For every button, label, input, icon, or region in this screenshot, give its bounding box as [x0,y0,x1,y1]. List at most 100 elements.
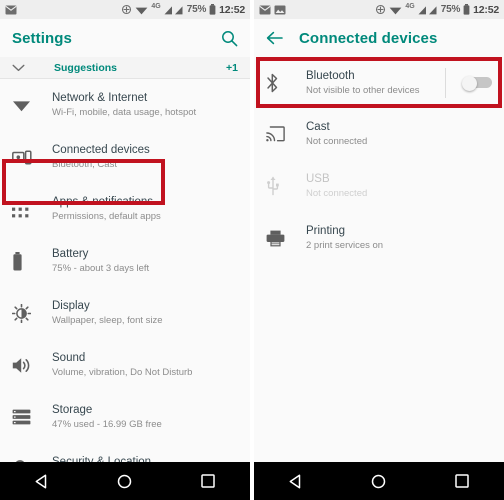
vertical-divider [445,67,446,98]
settings-item-title: Sound [52,352,86,364]
settings-item-subtitle: Bluetooth, Cast [52,159,117,170]
connected-devices-icon [12,149,42,165]
bluetooth-toggle-switch[interactable] [462,76,492,91]
device-item-subtitle: Not connected [306,188,368,199]
device-item-text: Bluetooth Not visible to other devices [306,69,420,97]
settings-item-storage[interactable]: Storage 47% used - 16.99 GB free [0,391,250,443]
settings-item-connected-devices[interactable]: Connected devices Bluetooth, Cast [0,131,250,183]
page-title: Connected devices [299,29,438,47]
arrow-back-icon[interactable] [266,31,283,45]
cast-icon [266,126,296,142]
device-item-text: USB Not connected [306,172,367,200]
storage-icon [12,409,42,425]
suggestions-count: +1 [226,61,238,74]
speaker-icon [12,357,42,374]
signal-bars-icon [164,5,184,15]
settings-item-text: Network & Internet Wi-Fi, mobile, data u… [52,91,196,119]
network-type-label: 4G [405,3,415,10]
search-icon[interactable] [221,30,238,47]
nav-home-button[interactable] [355,462,403,500]
nav-recents-button[interactable] [184,462,232,500]
battery-percent-label: 75% [440,4,461,15]
signal-bars-icon [418,5,438,15]
settings-item-title: Battery [52,248,89,260]
settings-item-subtitle: 75% - about 3 days left [52,263,150,274]
settings-item-apps-notifications[interactable]: Apps & notifications Permissions, defaul… [0,183,250,235]
battery-icon [12,251,42,271]
settings-item-subtitle: 47% used - 16.99 GB free [52,419,162,430]
printer-icon [266,230,296,247]
device-item-cast[interactable]: Cast Not connected [254,108,504,160]
settings-item-text: Security & Location Screen lock, fingerp… [52,455,151,462]
phone-screen-connected-devices: 4G 75% 12:52 Connected devices Bluetooth… [254,0,504,500]
settings-item-text: Apps & notifications Permissions, defaul… [52,195,161,223]
status-bar-system-icons: 4G 75% 12:52 [375,3,499,16]
settings-item-display[interactable]: Display Wallpaper, sleep, font size [0,287,250,339]
nav-home-button[interactable] [101,462,149,500]
device-item-title: Cast [306,121,330,133]
location-crosshair-icon [375,4,386,15]
settings-item-text: Connected devices Bluetooth, Cast [52,143,150,171]
settings-item-text: Battery 75% - about 3 days left [52,247,149,275]
chevron-down-icon[interactable] [12,64,34,72]
status-bar-system-icons: 4G 75% 12:52 [121,3,245,16]
dual-screenshot-container: 4G 75% 12:52 Settings Suggestions +1 Net… [0,0,504,500]
envelope-icon [259,5,271,15]
battery-percent-label: 75% [186,4,207,15]
device-item-text: Cast Not connected [306,120,367,148]
nav-back-button[interactable] [18,462,66,500]
phone-screen-settings: 4G 75% 12:52 Settings Suggestions +1 Net… [0,0,250,500]
device-item-subtitle: Not connected [306,136,368,147]
settings-item-title: Connected devices [52,144,150,156]
settings-item-title: Display [52,300,90,312]
bluetooth-toggle-container [445,57,492,108]
settings-item-battery[interactable]: Battery 75% - about 3 days left [0,235,250,287]
connected-devices-list: Bluetooth Not visible to other devices C… [254,57,504,462]
device-item-subtitle: Not visible to other devices [306,84,420,96]
device-item-title: Bluetooth [306,69,355,82]
android-navigation-bar [254,462,504,500]
envelope-icon [5,5,17,15]
toggle-knob [462,76,477,91]
device-item-printing[interactable]: Printing 2 print services on [254,212,504,264]
settings-item-subtitle: Wi-Fi, mobile, data usage, hotspot [52,107,197,118]
bluetooth-icon [266,73,296,93]
nav-back-button[interactable] [272,462,320,500]
brightness-icon [12,303,42,323]
nav-recents-button[interactable] [438,462,486,500]
screenshot-icon [274,5,286,15]
wifi-icon [135,5,148,15]
clock-label: 12:52 [473,3,499,16]
network-type-label: 4G [151,3,161,10]
wifi-icon [12,98,42,112]
settings-item-title: Network & Internet [52,92,148,104]
apps-grid-icon [12,200,42,218]
wifi-icon [389,5,402,15]
device-item-title: USB [306,173,330,185]
settings-list: Network & Internet Wi-Fi, mobile, data u… [0,79,250,462]
settings-item-text: Storage 47% used - 16.99 GB free [52,403,162,431]
device-item-bluetooth[interactable]: Bluetooth Not visible to other devices [254,57,504,108]
android-navigation-bar [0,462,250,500]
clock-label: 12:52 [219,3,245,16]
battery-icon [209,4,216,15]
battery-icon [463,4,470,15]
app-bar-settings: Settings [0,19,250,57]
suggestions-row[interactable]: Suggestions +1 [0,57,250,79]
settings-item-title: Apps & notifications [52,196,154,208]
device-item-title: Printing [306,225,345,237]
device-item-subtitle: 2 print services on [306,240,384,251]
status-bar: 4G 75% 12:52 [254,0,504,19]
settings-item-network-internet[interactable]: Network & Internet Wi-Fi, mobile, data u… [0,79,250,131]
app-bar-connected-devices: Connected devices [254,19,504,57]
status-bar: 4G 75% 12:52 [0,0,250,19]
settings-item-security-location[interactable]: Security & Location Screen lock, fingerp… [0,443,250,462]
page-title: Settings [12,29,72,47]
suggestions-label: Suggestions [54,61,118,74]
lock-icon [12,459,42,462]
settings-item-text: Sound Volume, vibration, Do Not Disturb [52,351,192,379]
device-item-text: Printing 2 print services on [306,224,383,252]
settings-item-sound[interactable]: Sound Volume, vibration, Do Not Disturb [0,339,250,391]
settings-item-title: Security & Location [52,456,152,462]
settings-item-subtitle: Wallpaper, sleep, font size [52,315,163,326]
